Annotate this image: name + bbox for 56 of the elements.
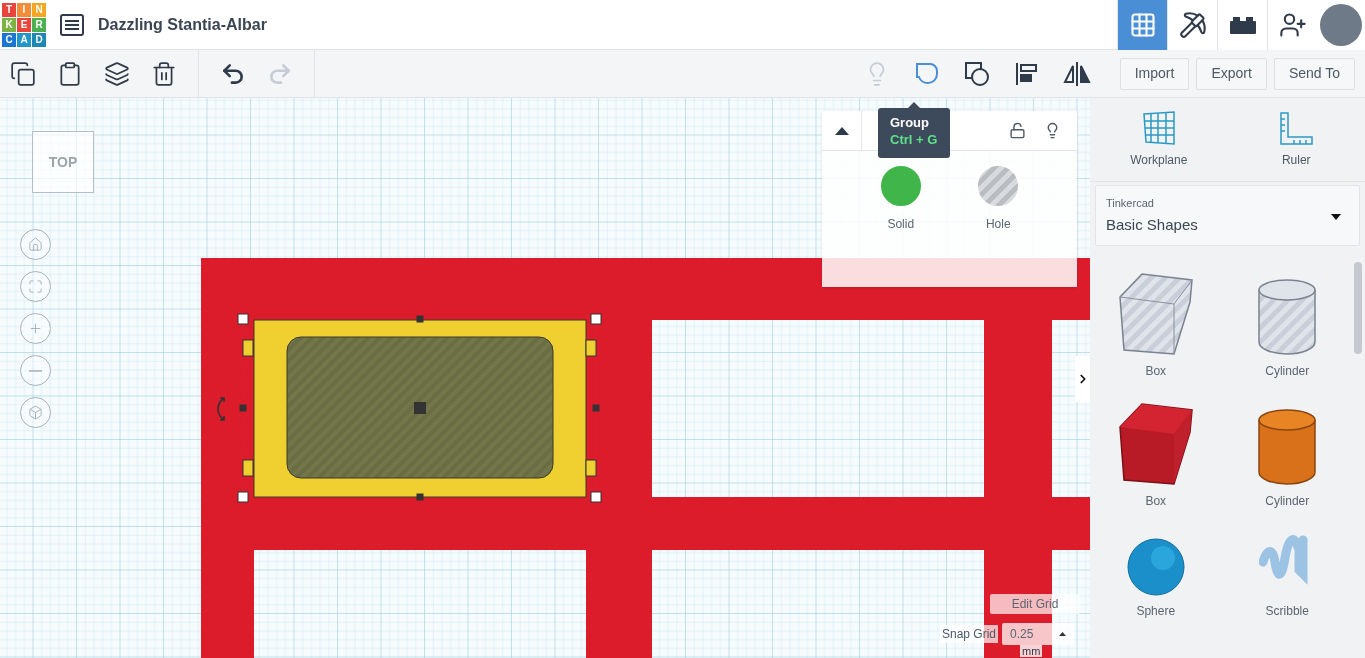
home-icon <box>28 237 43 252</box>
copy-icon <box>10 60 36 87</box>
mirror-icon <box>1061 60 1092 87</box>
user-add-view-button[interactable] <box>1267 0 1317 50</box>
cylinder-shape-icon <box>1257 408 1318 486</box>
shape-item[interactable]: Cylinder <box>1221 394 1353 510</box>
align-icon <box>1013 60 1040 87</box>
pickaxe-icon <box>1178 10 1207 39</box>
avatar-icon <box>1320 3 1362 46</box>
trash-icon <box>151 60 177 87</box>
project-title[interactable]: Dazzling Stantia-Albar <box>98 12 267 37</box>
grid-icon <box>1128 10 1157 39</box>
tooltip-title: Group <box>890 114 930 131</box>
logo[interactable]: T I N K E R C A D <box>2 2 46 47</box>
pickaxe-view-button[interactable] <box>1167 0 1217 50</box>
bricks-view-button[interactable] <box>1217 0 1267 50</box>
rotate-handle-icon[interactable] <box>217 397 225 421</box>
zoom-in-icon <box>28 321 43 336</box>
edit-grid-button[interactable]: Edit Grid <box>990 594 1080 614</box>
shape-item[interactable]: Scribble <box>1221 524 1353 620</box>
snap-grid-select[interactable]: 0.25 <box>1002 623 1075 645</box>
export-option-button[interactable]: Export <box>1196 57 1267 90</box>
striped-cylinder-icon <box>1257 278 1318 356</box>
export-option-button[interactable]: Send To <box>1273 57 1355 90</box>
snap-grid-label: Snap Grid <box>940 625 999 643</box>
caret-icon <box>1331 214 1341 220</box>
sphere-icon <box>1126 538 1185 596</box>
ruler-icon <box>1279 110 1314 145</box>
shape-item[interactable]: Cylinder <box>1221 264 1353 380</box>
library-dropdown[interactable]: Tinkercad Basic Shapes <box>1095 185 1360 246</box>
tooltip-shortcut: Ctrl + G <box>890 131 938 148</box>
cube-icon <box>28 405 43 420</box>
ruler-tool[interactable]: Ruler <box>1227 98 1365 181</box>
workplane-icon <box>1141 110 1176 145</box>
fit-view-icon <box>28 279 43 294</box>
shape-item[interactable]: Box <box>1090 264 1222 380</box>
square-circle-icon <box>963 60 990 87</box>
caret-icon <box>1059 632 1067 636</box>
user-add-icon <box>1278 10 1307 39</box>
unit-label: mm <box>1020 645 1043 657</box>
shape-item[interactable]: Box <box>1090 394 1222 510</box>
workplane-tool[interactable]: Workplane <box>1090 98 1228 181</box>
group-icon <box>913 60 940 87</box>
box-shape-icon <box>1117 402 1194 486</box>
bricks-icon <box>1228 14 1257 35</box>
panel-toggle[interactable] <box>1075 356 1090 402</box>
scrollbar[interactable] <box>1354 262 1362 354</box>
clipboard-icon <box>57 60 83 87</box>
duplicate-icon <box>104 60 130 87</box>
menu-button[interactable] <box>60 13 84 36</box>
caret-icon <box>834 126 849 135</box>
shape-item[interactable]: Sphere <box>1090 524 1222 620</box>
zoom-out-icon <box>29 369 42 372</box>
lock-icon[interactable] <box>1009 122 1026 139</box>
striped-box-icon <box>1117 272 1194 356</box>
export-option-button[interactable]: Import <box>1119 57 1190 90</box>
